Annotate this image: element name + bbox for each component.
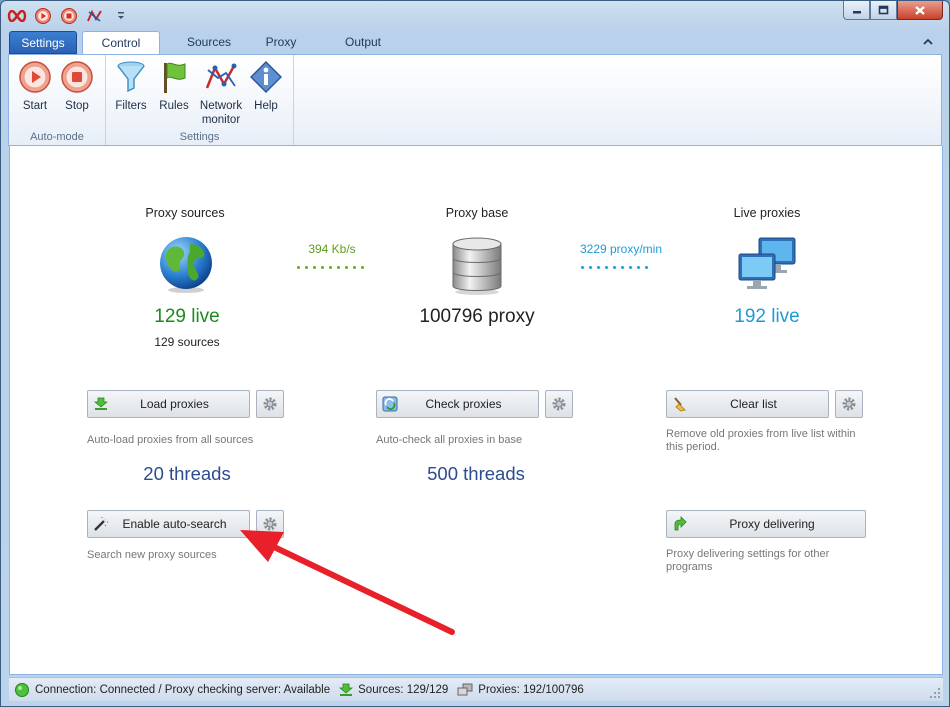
ribbon-group-title-settings: Settings bbox=[179, 131, 220, 143]
stop-button[interactable]: Stop bbox=[55, 59, 99, 113]
download-arrow-icon bbox=[88, 397, 114, 411]
load-proxies-description: Auto-load proxies from all sources bbox=[87, 434, 254, 446]
filters-label: Filters bbox=[115, 100, 147, 112]
gear-icon bbox=[552, 397, 566, 411]
tab-control[interactable]: Control bbox=[82, 31, 160, 55]
network-monitor-icon bbox=[204, 59, 238, 95]
proxies-status-text: Proxies: 192/100796 bbox=[478, 683, 584, 696]
quick-access-toolbar bbox=[7, 6, 131, 26]
maximize-button[interactable] bbox=[870, 1, 897, 20]
status-ok-icon bbox=[15, 682, 29, 697]
check-proxies-description: Auto-check all proxies in base bbox=[376, 434, 523, 446]
ribbon-tabs: Settings Control Sources Proxy Output bbox=[8, 31, 942, 55]
magic-wand-icon bbox=[88, 516, 114, 532]
control-dashboard: Proxy sources Proxy base Live proxies 39… bbox=[9, 146, 943, 675]
network-monitor-button[interactable]: Network monitor bbox=[196, 59, 246, 127]
start-icon bbox=[18, 59, 52, 95]
gear-icon bbox=[842, 397, 856, 411]
ribbon-group-settings: Filters Rules Network monitor Help Setti… bbox=[106, 55, 294, 145]
computers-icon bbox=[457, 683, 473, 695]
minimize-button[interactable] bbox=[843, 1, 870, 20]
qat-network-icon[interactable] bbox=[85, 6, 105, 26]
sources-live-count: 129 live bbox=[154, 306, 220, 327]
load-settings-button[interactable] bbox=[256, 390, 284, 418]
network-monitor-label: Network monitor bbox=[199, 100, 243, 126]
check-settings-button[interactable] bbox=[545, 390, 573, 418]
load-threads: 20 threads bbox=[143, 463, 231, 484]
enable-auto-search-label: Enable auto-search bbox=[122, 517, 227, 531]
rules-button[interactable]: Rules bbox=[152, 59, 196, 113]
stop-icon bbox=[60, 59, 94, 95]
tab-settings[interactable]: Settings bbox=[9, 31, 77, 54]
sources-status: Sources: 129/129 bbox=[339, 683, 448, 697]
proxy-base-title: Proxy base bbox=[445, 206, 509, 220]
live-proxies-title: Live proxies bbox=[733, 206, 801, 220]
app-logo-icon bbox=[7, 6, 27, 26]
clear-settings-button[interactable] bbox=[835, 390, 863, 418]
database-icon bbox=[449, 234, 505, 299]
globe-icon bbox=[156, 234, 216, 297]
status-bar: Connection: Connected / Proxy checking s… bbox=[9, 677, 943, 701]
rate-in-dots bbox=[297, 266, 364, 269]
proxy-delivering-button[interactable]: Proxy delivering bbox=[666, 510, 866, 538]
proxy-delivering-description: Proxy delivering settings for other prog… bbox=[666, 548, 830, 573]
sources-total-count: 129 sources bbox=[154, 335, 220, 349]
download-rate: 394 Kb/s bbox=[308, 242, 356, 256]
qat-customize-icon[interactable] bbox=[111, 6, 131, 26]
tab-output[interactable]: Output bbox=[330, 31, 396, 54]
title-bar bbox=[1, 1, 949, 31]
broom-icon bbox=[667, 396, 693, 412]
green-flag-icon bbox=[157, 59, 191, 95]
stop-label: Stop bbox=[65, 100, 89, 112]
computers-icon bbox=[737, 236, 799, 299]
forward-arrow-icon bbox=[667, 516, 693, 532]
resize-grip-icon[interactable] bbox=[929, 687, 941, 699]
enable-auto-search-button[interactable]: Enable auto-search bbox=[87, 510, 250, 538]
gear-icon bbox=[263, 397, 277, 411]
sources-status-text: Sources: 129/129 bbox=[358, 683, 449, 696]
rules-label: Rules bbox=[159, 100, 189, 112]
ribbon-group-automode: Start Stop Auto-mode bbox=[9, 55, 106, 145]
proxy-base-count: 100796 proxy bbox=[419, 306, 535, 327]
proxy-sources-title: Proxy sources bbox=[145, 206, 225, 220]
clear-list-label: Clear list bbox=[730, 397, 777, 411]
help-label: Help bbox=[254, 100, 278, 112]
start-button[interactable]: Start bbox=[13, 59, 57, 113]
proxy-delivering-label: Proxy delivering bbox=[729, 517, 815, 531]
filter-funnel-icon bbox=[114, 59, 148, 95]
check-proxies-label: Check proxies bbox=[425, 397, 502, 411]
qat-start-icon[interactable] bbox=[33, 6, 53, 26]
clear-list-button[interactable]: Clear list bbox=[666, 390, 829, 418]
start-label: Start bbox=[22, 100, 48, 112]
connection-status: Connection: Connected / Proxy checking s… bbox=[14, 682, 330, 698]
ribbon-panel: Start Stop Auto-mode Filters Rules Netwo… bbox=[8, 54, 942, 146]
checking-rate: 3229 proxy/min bbox=[579, 242, 663, 256]
download-arrow-icon bbox=[339, 683, 354, 696]
tab-sources[interactable]: Sources bbox=[174, 31, 244, 54]
connection-status-text: Connection: Connected / Proxy checking s… bbox=[35, 683, 331, 696]
live-proxies-count: 192 live bbox=[734, 306, 800, 327]
annotation-arrow bbox=[232, 526, 462, 639]
close-button[interactable] bbox=[897, 1, 943, 20]
window-controls bbox=[843, 1, 943, 20]
tab-proxy[interactable]: Proxy bbox=[251, 31, 311, 54]
app-window: Settings Control Sources Proxy Output St… bbox=[0, 0, 950, 707]
ribbon-group-title-automode: Auto-mode bbox=[30, 131, 84, 143]
clear-list-description: Remove old proxies from live list within… bbox=[666, 428, 856, 453]
proxies-status: Proxies: 192/100796 bbox=[457, 683, 584, 697]
qat-stop-icon[interactable] bbox=[59, 6, 79, 26]
help-info-icon bbox=[249, 59, 283, 95]
check-threads: 500 threads bbox=[427, 463, 525, 484]
refresh-check-icon bbox=[377, 396, 403, 412]
check-proxies-button[interactable]: Check proxies bbox=[376, 390, 539, 418]
collapse-ribbon-icon[interactable] bbox=[922, 36, 936, 50]
load-proxies-label: Load proxies bbox=[140, 397, 209, 411]
help-button[interactable]: Help bbox=[244, 59, 288, 113]
load-proxies-button[interactable]: Load proxies bbox=[87, 390, 250, 418]
filters-button[interactable]: Filters bbox=[109, 59, 153, 113]
rate-out-dots bbox=[581, 266, 648, 269]
